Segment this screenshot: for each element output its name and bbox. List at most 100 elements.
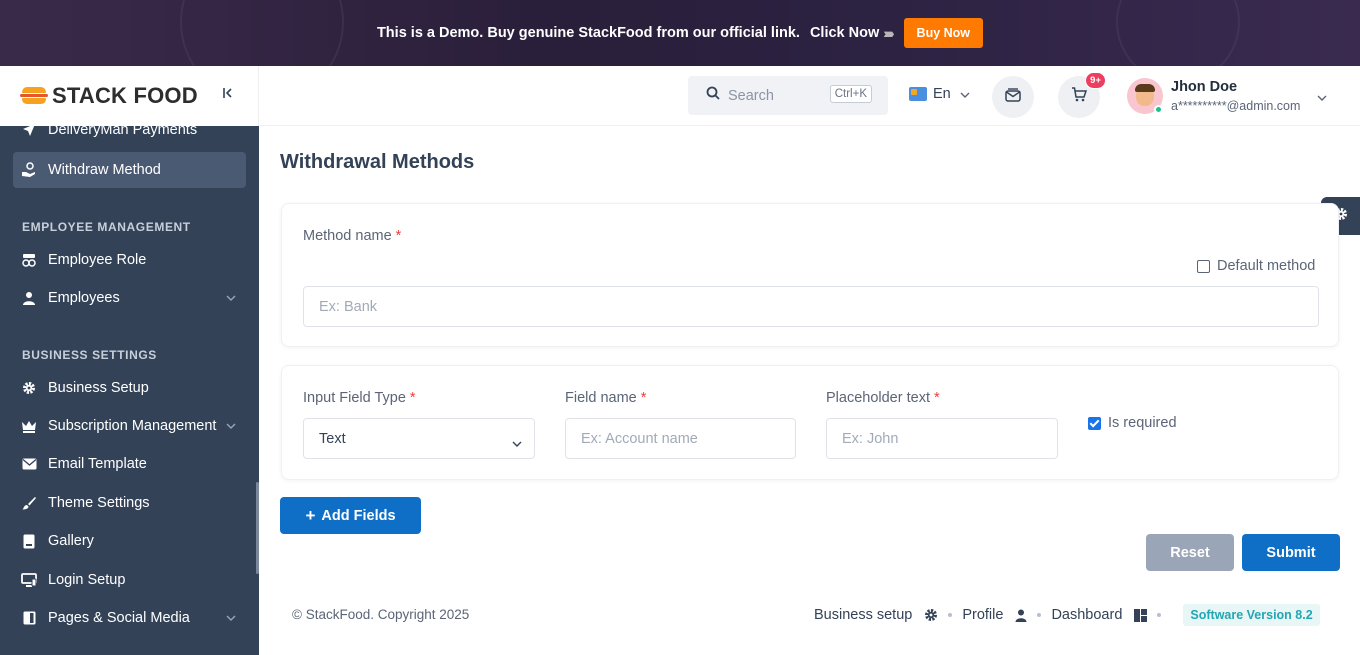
sidebar-item-theme-settings[interactable]: Theme Settings: [13, 485, 246, 521]
chevron-down-icon: [226, 613, 236, 624]
copyright-text: © StackFood. Copyright 2025: [292, 607, 470, 622]
sidebar-item-subscription-management[interactable]: Subscription Management: [13, 408, 246, 444]
employee-management-heading: EMPLOYEE MANAGEMENT: [22, 220, 191, 234]
user-role-icon: [21, 252, 37, 268]
is-required-checkbox-box[interactable]: [1088, 416, 1101, 430]
field-name-input[interactable]: Ex: Account name: [565, 418, 796, 459]
monitor-icon: [21, 572, 37, 588]
chevron-down-icon: [512, 435, 522, 451]
user-email: a**********@admin.com: [1171, 99, 1301, 113]
method-name-label-text: Method name: [303, 228, 392, 244]
chevron-down-icon: [226, 293, 236, 304]
sidebar: DeliveryMan Payments Withdraw Method EMP…: [0, 126, 259, 655]
messages-button[interactable]: [992, 76, 1034, 118]
sidebar-item-label: Employee Role: [48, 252, 147, 268]
method-name-input[interactable]: Ex: Bank: [303, 286, 1319, 327]
sidebar-item-gallery[interactable]: Gallery: [13, 523, 246, 559]
language-label: En: [933, 86, 951, 102]
field-name-label-text: Field name: [565, 390, 637, 406]
crown-icon: [21, 418, 37, 434]
add-fields-label: Add Fields: [321, 507, 396, 524]
footer-link-dashboard[interactable]: Dashboard: [1051, 607, 1122, 623]
method-name-placeholder: Ex: Bank: [319, 298, 378, 315]
cart-button[interactable]: 9+: [1058, 72, 1106, 118]
method-name-label: Method name *: [303, 228, 401, 244]
search-shortcut: Ctrl+K: [829, 85, 872, 103]
chevron-down-icon[interactable]: [1317, 88, 1327, 106]
is-required-checkbox[interactable]: Is required: [1088, 415, 1177, 431]
avatar[interactable]: [1127, 78, 1163, 114]
search-input[interactable]: Search Ctrl+K: [688, 76, 888, 115]
sidebar-item-login-setup[interactable]: Login Setup: [13, 562, 246, 598]
envelope-icon: [21, 456, 37, 472]
click-now-link[interactable]: Click Now: [810, 25, 879, 41]
chevron-down-icon: [960, 86, 970, 102]
default-method-checkbox[interactable]: Default method: [1197, 258, 1315, 274]
pages-icon: [21, 610, 37, 626]
arrows-icon: ›››››: [883, 25, 894, 41]
footer-separator: [1037, 613, 1042, 617]
brand-area: STACK FOOD: [0, 66, 259, 126]
logo-text[interactable]: STACK FOOD: [52, 83, 198, 109]
online-status-dot: [1154, 105, 1163, 114]
user-name[interactable]: Jhon Doe: [1171, 79, 1237, 95]
cart-badge: 9+: [1085, 72, 1106, 89]
chevron-down-icon: [226, 421, 236, 432]
demo-banner-text: This is a Demo. Buy genuine StackFood fr…: [376, 25, 800, 41]
send-icon: [21, 126, 37, 138]
reset-button[interactable]: Reset: [1146, 534, 1234, 571]
message-icon: [1005, 87, 1021, 107]
search-icon: [706, 86, 720, 105]
search-placeholder: Search: [728, 87, 774, 104]
required-mark: *: [933, 390, 940, 406]
default-method-checkbox-box[interactable]: [1197, 259, 1210, 273]
sidebar-item-label: Subscription Management: [48, 418, 217, 434]
sidebar-item-deliveryman-payments[interactable]: DeliveryMan Payments: [13, 126, 246, 148]
input-field-type-label: Input Field Type *: [303, 390, 416, 406]
collapse-left-icon[interactable]: [222, 86, 234, 102]
user-icon: [1015, 609, 1027, 622]
sidebar-item-label: Theme Settings: [48, 495, 150, 511]
placeholder-text-label: Placeholder text *: [826, 390, 940, 406]
input-field-type-select[interactable]: Text: [303, 418, 535, 459]
required-mark: *: [395, 228, 402, 244]
required-mark: *: [409, 390, 416, 406]
footer-link-profile[interactable]: Profile: [962, 607, 1003, 623]
sidebar-item-employee-role[interactable]: Employee Role: [13, 242, 246, 278]
add-fields-button[interactable]: + Add Fields: [280, 497, 421, 534]
software-version-badge: Software Version 8.2: [1183, 604, 1320, 626]
gear-icon: [21, 380, 37, 396]
sidebar-item-employees[interactable]: Employees: [13, 280, 246, 316]
gear-icon: [924, 608, 938, 622]
sidebar-scrollbar[interactable]: [256, 482, 259, 574]
default-method-label: Default method: [1217, 258, 1316, 274]
hand-coin-icon: [21, 162, 37, 178]
buy-now-button[interactable]: Buy Now: [903, 18, 984, 48]
business-settings-heading: BUSINESS SETTINGS: [22, 348, 157, 362]
footer-separator: [948, 613, 953, 617]
sidebar-item-label: Withdraw Method: [48, 162, 161, 178]
user-icon: [21, 290, 37, 306]
sidebar-item-label: Login Setup: [48, 572, 126, 588]
gallery-icon: [21, 533, 37, 549]
sidebar-item-label: Email Template: [48, 456, 147, 472]
sidebar-item-withdraw-method[interactable]: Withdraw Method: [13, 152, 246, 188]
submit-button[interactable]: Submit: [1242, 534, 1340, 571]
sidebar-item-pages-social-media[interactable]: Pages & Social Media: [13, 600, 246, 636]
demo-banner: This is a Demo. Buy genuine StackFood fr…: [0, 0, 1360, 66]
input-field-type-value: Text: [319, 430, 346, 447]
footer-link-business-setup[interactable]: Business setup: [814, 607, 912, 623]
footer-separator: [1157, 613, 1162, 617]
placeholder-text-input[interactable]: Ex: John: [826, 418, 1058, 459]
input-field-type-label-text: Input Field Type: [303, 390, 406, 406]
cart-icon: [1071, 87, 1088, 107]
sidebar-item-email-template[interactable]: Email Template: [13, 446, 246, 482]
sidebar-item-label: Gallery: [48, 533, 94, 549]
sidebar-item-business-setup[interactable]: Business Setup: [13, 370, 246, 406]
field-name-placeholder: Ex: Account name: [581, 430, 698, 447]
language-flag-icon: [909, 87, 927, 101]
page-title: Withdrawal Methods: [280, 151, 475, 173]
brush-icon: [21, 495, 37, 511]
field-name-label: Field name *: [565, 390, 646, 406]
language-selector[interactable]: En: [909, 86, 970, 102]
